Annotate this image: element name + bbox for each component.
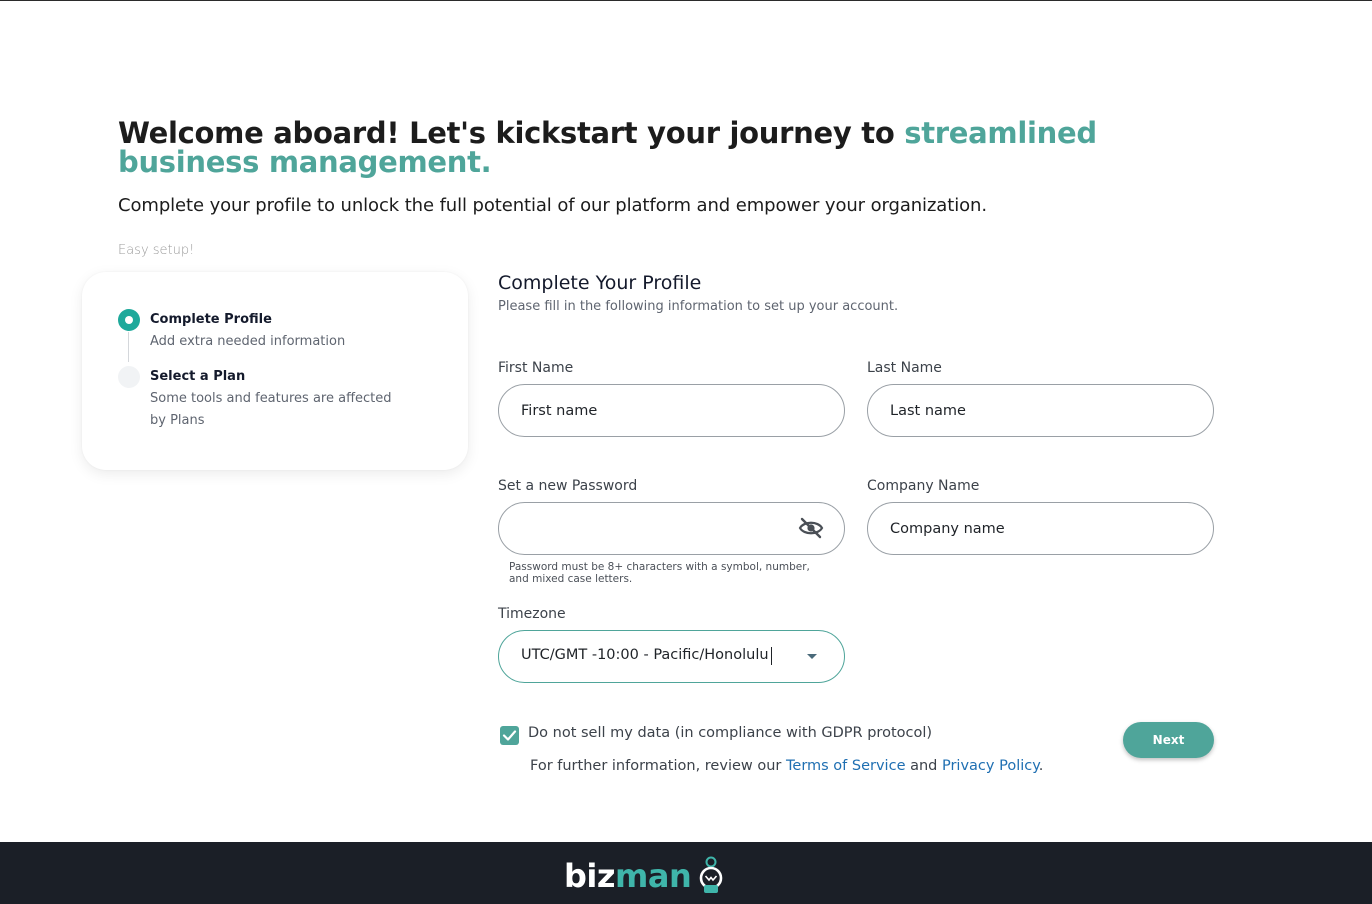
logo-man: man: [615, 857, 692, 895]
text-caret: [771, 647, 772, 665]
step-inactive-dot-icon: [118, 366, 140, 388]
top-border: [0, 0, 1372, 1]
chevron-down-icon[interactable]: [807, 654, 817, 659]
gdpr-checkbox[interactable]: [500, 726, 519, 745]
company-name-input[interactable]: [867, 502, 1214, 555]
step-title-complete-profile: Complete Profile: [150, 312, 272, 327]
password-input[interactable]: [498, 502, 845, 555]
password-label: Set a new Password: [498, 478, 638, 494]
first-name-input[interactable]: [498, 384, 845, 437]
bizman-logo: bizman: [564, 856, 729, 896]
terms-of-service-link[interactable]: Terms of Service: [786, 758, 905, 774]
last-name-input[interactable]: [867, 384, 1214, 437]
easy-setup-label: Easy setup!: [118, 243, 195, 258]
eye-off-icon[interactable]: [798, 516, 824, 540]
gdpr-label[interactable]: Do not sell my data (in compliance with …: [528, 725, 932, 741]
form-title: Complete Your Profile: [498, 272, 702, 294]
legal-info: For further information, review our Term…: [530, 758, 1043, 774]
checkmark-icon: [502, 730, 517, 741]
step-active-dot-icon: [118, 309, 140, 331]
company-name-label: Company Name: [867, 478, 980, 494]
step-desc-complete-profile: Add extra needed information: [150, 334, 346, 349]
legal-info-suffix: .: [1038, 758, 1044, 774]
step-title-select-plan: Select a Plan: [150, 369, 246, 384]
hero-title: Welcome aboard! Let's kickstart your jou…: [118, 119, 1238, 177]
first-name-label: First Name: [498, 360, 574, 376]
legal-info-and: and: [905, 758, 942, 774]
legal-info-prefix: For further information, review our: [530, 758, 786, 774]
hero-subtitle: Complete your profile to unlock the full…: [118, 195, 987, 216]
logo-robot-icon: [699, 856, 723, 893]
next-button[interactable]: Next: [1123, 722, 1214, 758]
timezone-label: Timezone: [498, 606, 566, 622]
step-desc-select-plan: Some tools and features are affected by …: [150, 391, 392, 428]
form-subtitle: Please fill in the following information…: [498, 299, 899, 314]
timezone-value: UTC/GMT -10:00 - Pacific/Honolulu: [521, 647, 769, 663]
privacy-policy-link[interactable]: Privacy Policy: [942, 758, 1039, 774]
last-name-label: Last Name: [867, 360, 942, 376]
logo-wordmark: bizman: [564, 856, 692, 896]
password-hint: Password must be 8+ characters with a sy…: [509, 561, 810, 585]
logo-biz: biz: [564, 857, 616, 895]
setup-steps-card: Complete Profile Add extra needed inform…: [82, 272, 468, 470]
step-connector: [128, 332, 129, 362]
